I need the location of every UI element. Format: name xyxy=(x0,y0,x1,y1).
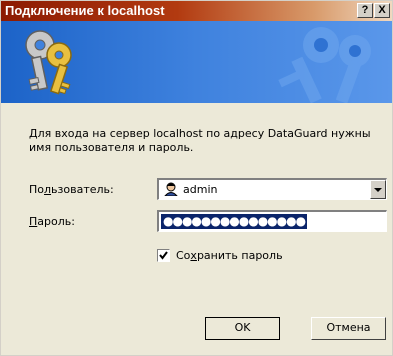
close-button[interactable]: X xyxy=(374,3,390,18)
banner xyxy=(1,21,392,103)
cancel-button[interactable]: Отмена xyxy=(311,317,386,340)
dropdown-button[interactable] xyxy=(370,180,386,199)
window-title: Подключение к localhost xyxy=(5,3,165,18)
username-label-part: По xyxy=(29,183,45,196)
username-label-part: ьзователь: xyxy=(51,183,114,196)
save-password-label-part: Со xyxy=(176,249,191,262)
password-label-part: ароль: xyxy=(37,215,75,228)
username-combobox[interactable]: admin xyxy=(157,178,387,200)
password-masked-value: ●●●●●●●●●●●●●●● xyxy=(161,214,308,229)
ok-button[interactable]: OK xyxy=(205,317,280,340)
keys-icon xyxy=(25,30,72,95)
username-label-accel: л xyxy=(44,183,52,196)
checkmark-icon xyxy=(159,251,168,260)
title-bar[interactable]: Подключение к localhost ? X xyxy=(1,1,392,21)
login-message: Для входа на сервер localhost по адресу … xyxy=(29,127,371,154)
chevron-down-icon xyxy=(374,188,382,192)
help-button[interactable]: ? xyxy=(357,3,373,18)
password-label: Пароль: xyxy=(29,215,75,228)
save-password-label-part: ранить пароль xyxy=(196,249,283,262)
username-value: admin xyxy=(183,183,218,196)
password-input[interactable]: ●●●●●●●●●●●●●●● xyxy=(157,210,387,232)
save-password-label[interactable]: Сохранить пароль xyxy=(176,249,283,262)
login-dialog: Подключение к localhost ? X Для входа на… xyxy=(0,0,393,356)
save-password-checkbox[interactable] xyxy=(157,249,170,262)
username-label: Пользователь: xyxy=(29,183,114,196)
user-icon xyxy=(164,182,178,196)
keys-watermark-icon xyxy=(278,27,371,103)
